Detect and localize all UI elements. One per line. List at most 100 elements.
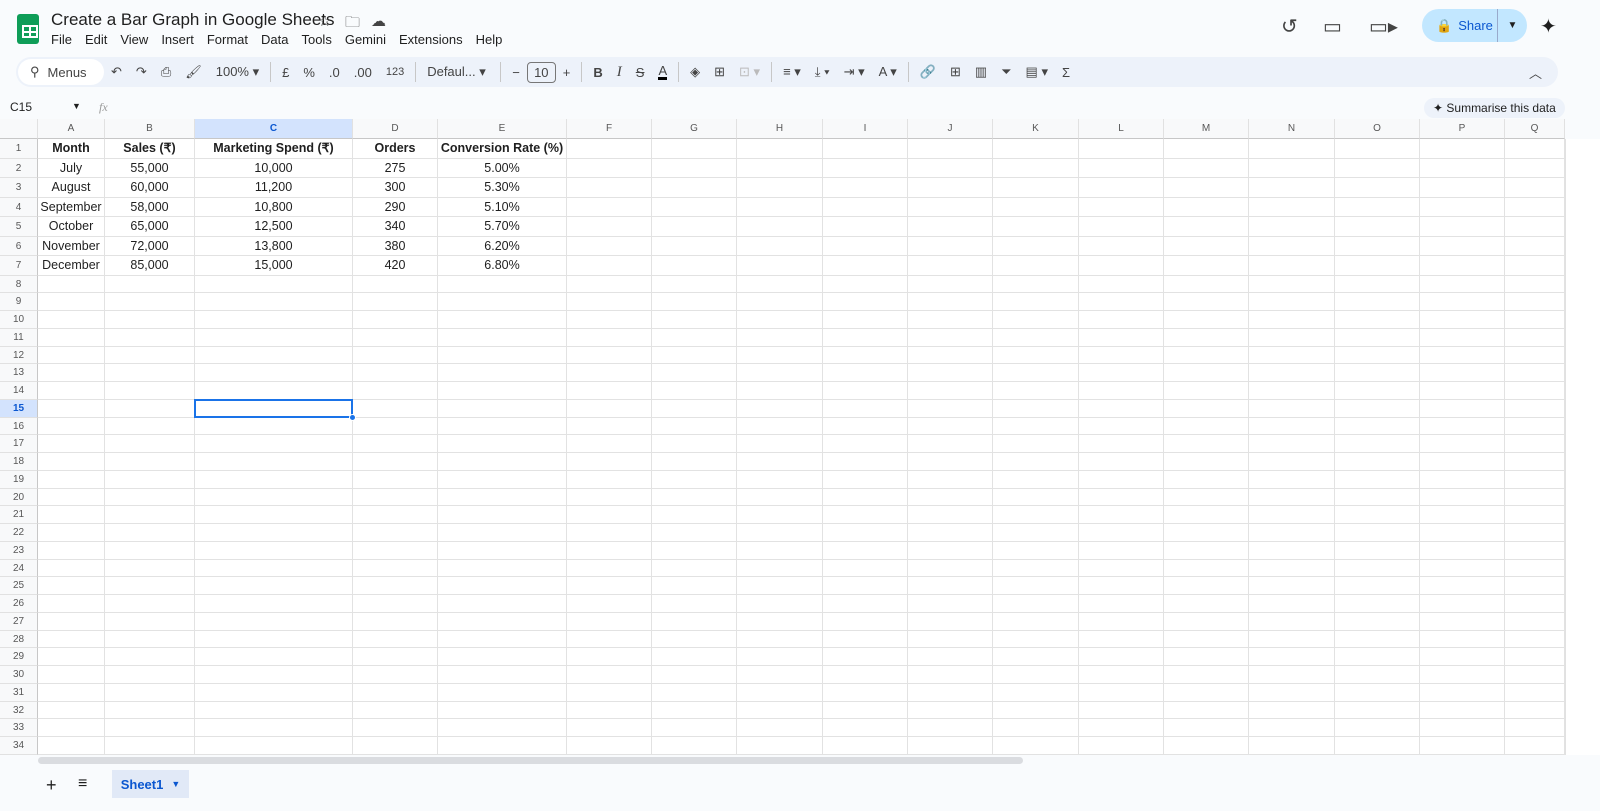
cell-p23[interactable] xyxy=(1420,541,1505,560)
cell-i18[interactable] xyxy=(823,453,908,471)
row-header-24[interactable]: 24 xyxy=(0,559,38,578)
row-header-5[interactable]: 5 xyxy=(0,217,38,237)
cell-n16[interactable] xyxy=(1249,417,1335,436)
cell-d28[interactable] xyxy=(353,630,438,649)
share-dropdown[interactable]: ▼ xyxy=(1498,20,1527,31)
row-header-22[interactable]: 22 xyxy=(0,524,38,542)
cell-i19[interactable] xyxy=(823,470,908,489)
cell-e3[interactable]: 5.30% xyxy=(438,178,567,198)
cell-i31[interactable] xyxy=(823,683,908,702)
cell-d5[interactable]: 340 xyxy=(353,217,438,237)
cell-e6[interactable]: 6.20% xyxy=(438,236,567,256)
cell-l23[interactable] xyxy=(1079,541,1164,560)
menu-extensions[interactable]: Extensions xyxy=(399,32,463,47)
cell-a23[interactable] xyxy=(38,541,105,560)
cell-h6[interactable] xyxy=(737,236,823,256)
cell-a11[interactable] xyxy=(38,328,105,347)
column-header-b[interactable]: B xyxy=(105,119,195,139)
cell-e17[interactable] xyxy=(438,435,567,453)
cell-b8[interactable] xyxy=(105,275,195,294)
more-formats-button[interactable]: 123 xyxy=(386,66,404,78)
summarise-button[interactable]: ✦ Summarise this data xyxy=(1424,98,1565,118)
column-header-j[interactable]: J xyxy=(908,119,993,139)
cell-k7[interactable] xyxy=(993,256,1079,276)
cell-n27[interactable] xyxy=(1249,612,1335,631)
cell-j31[interactable] xyxy=(908,683,993,702)
cell-g20[interactable] xyxy=(652,488,737,507)
cell-g5[interactable] xyxy=(652,217,737,237)
cell-m32[interactable] xyxy=(1164,701,1249,720)
cell-b10[interactable] xyxy=(105,311,195,329)
cell-b28[interactable] xyxy=(105,630,195,649)
cell-f34[interactable] xyxy=(567,737,652,755)
cell-o19[interactable] xyxy=(1335,470,1420,489)
cell-g3[interactable] xyxy=(652,178,737,198)
cell-e8[interactable] xyxy=(438,275,567,294)
row-header-4[interactable]: 4 xyxy=(0,197,38,217)
cell-h24[interactable] xyxy=(737,559,823,578)
cell-e29[interactable] xyxy=(438,648,567,666)
cell-h13[interactable] xyxy=(737,364,823,382)
cell-j11[interactable] xyxy=(908,328,993,347)
cell-o30[interactable] xyxy=(1335,666,1420,684)
cell-k13[interactable] xyxy=(993,364,1079,382)
cell-k27[interactable] xyxy=(993,612,1079,631)
cell-l20[interactable] xyxy=(1079,488,1164,507)
increase-font-size-button[interactable]: + xyxy=(563,65,571,80)
cell-g23[interactable] xyxy=(652,541,737,560)
all-sheets-icon[interactable]: ≡ xyxy=(78,775,87,793)
cell-m25[interactable] xyxy=(1164,577,1249,595)
cell-f24[interactable] xyxy=(567,559,652,578)
cell-e18[interactable] xyxy=(438,453,567,471)
cell-i10[interactable] xyxy=(823,311,908,329)
cell-g8[interactable] xyxy=(652,275,737,294)
column-header-f[interactable]: F xyxy=(567,119,652,139)
cell-q34[interactable] xyxy=(1505,737,1565,755)
cell-g22[interactable] xyxy=(652,524,737,542)
cell-h11[interactable] xyxy=(737,328,823,347)
cell-c16[interactable] xyxy=(195,417,353,436)
cell-m24[interactable] xyxy=(1164,559,1249,578)
menu-data[interactable]: Data xyxy=(261,32,288,47)
bold-button[interactable]: B xyxy=(593,65,602,80)
cell-j33[interactable] xyxy=(908,719,993,737)
cell-e26[interactable] xyxy=(438,595,567,613)
cell-f23[interactable] xyxy=(567,541,652,560)
cell-e13[interactable] xyxy=(438,364,567,382)
cell-g10[interactable] xyxy=(652,311,737,329)
cell-p30[interactable] xyxy=(1420,666,1505,684)
cell-b19[interactable] xyxy=(105,470,195,489)
cell-q16[interactable] xyxy=(1505,417,1565,436)
cell-e21[interactable] xyxy=(438,506,567,524)
cell-m28[interactable] xyxy=(1164,630,1249,649)
cell-a15[interactable] xyxy=(38,399,105,418)
filter-icon[interactable]: ⏷ xyxy=(1001,64,1011,80)
cell-i22[interactable] xyxy=(823,524,908,542)
cell-e16[interactable] xyxy=(438,417,567,436)
italic-button[interactable]: I xyxy=(617,64,622,81)
comments-icon[interactable]: ▭ xyxy=(1323,14,1342,39)
cell-e5[interactable]: 5.70% xyxy=(438,217,567,237)
cell-d11[interactable] xyxy=(353,328,438,347)
cell-k4[interactable] xyxy=(993,197,1079,217)
cell-e4[interactable]: 5.10% xyxy=(438,197,567,217)
cell-l1[interactable] xyxy=(1079,139,1164,159)
row-header-13[interactable]: 13 xyxy=(0,364,38,382)
cell-h29[interactable] xyxy=(737,648,823,666)
row-header-3[interactable]: 3 xyxy=(0,178,38,198)
cell-o29[interactable] xyxy=(1335,648,1420,666)
cell-h27[interactable] xyxy=(737,612,823,631)
cell-k23[interactable] xyxy=(993,541,1079,560)
cell-p22[interactable] xyxy=(1420,524,1505,542)
cell-n21[interactable] xyxy=(1249,506,1335,524)
cell-g6[interactable] xyxy=(652,236,737,256)
cell-m8[interactable] xyxy=(1164,275,1249,294)
cell-q1[interactable] xyxy=(1505,139,1565,159)
cell-f31[interactable] xyxy=(567,683,652,702)
cell-l25[interactable] xyxy=(1079,577,1164,595)
cell-j28[interactable] xyxy=(908,630,993,649)
fill-handle[interactable] xyxy=(349,413,356,421)
cell-k12[interactable] xyxy=(993,346,1079,365)
cell-i25[interactable] xyxy=(823,577,908,595)
cell-p6[interactable] xyxy=(1420,236,1505,256)
